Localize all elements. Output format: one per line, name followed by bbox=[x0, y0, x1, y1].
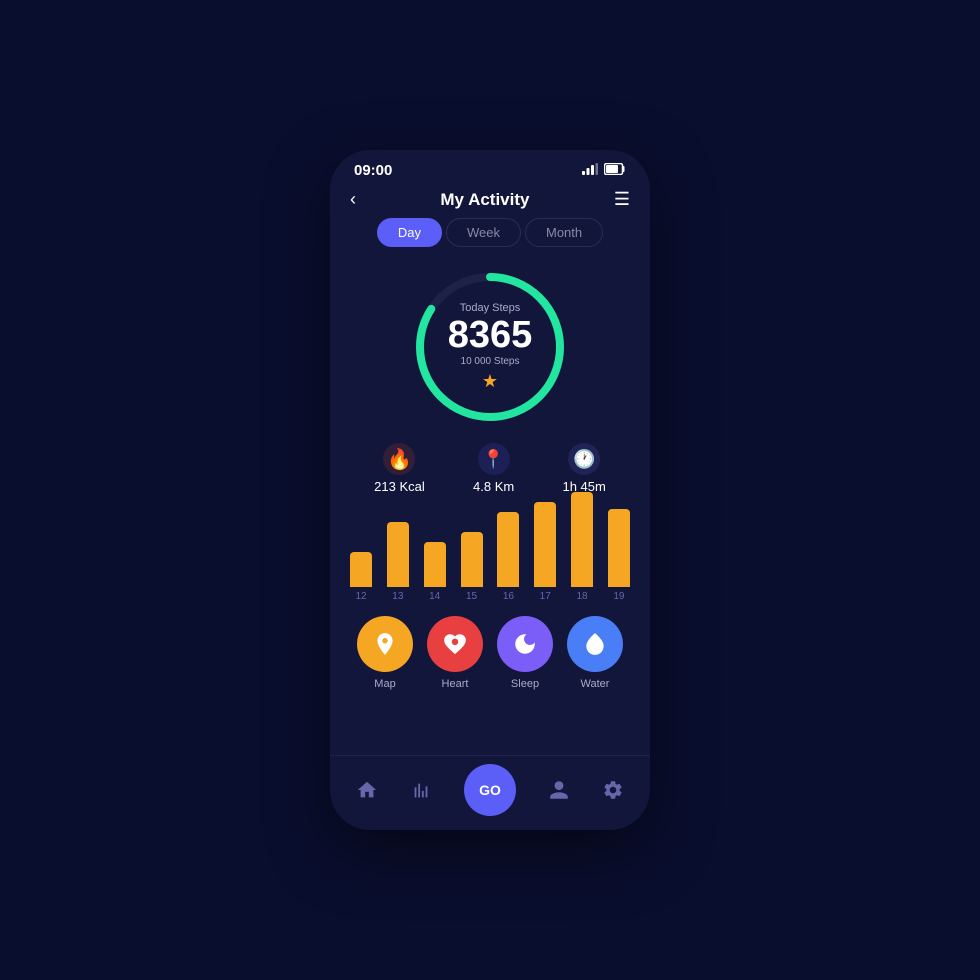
location-icon: 📍 bbox=[478, 443, 510, 475]
bar-value-14 bbox=[424, 542, 446, 587]
header: ‹ My Activity ☰ bbox=[330, 185, 650, 218]
bar-value-19 bbox=[608, 509, 630, 587]
bar-13: 13 bbox=[387, 522, 409, 602]
action-map[interactable]: Map bbox=[357, 616, 413, 690]
map-label: Map bbox=[374, 678, 395, 690]
bar-15: 15 bbox=[461, 532, 483, 602]
steps-count: 8365 bbox=[448, 316, 533, 354]
action-sleep[interactable]: Sleep bbox=[497, 616, 553, 690]
bar-label-18: 18 bbox=[577, 591, 588, 602]
steps-label: Today Steps bbox=[460, 302, 521, 314]
steps-circle: Today Steps 8365 10 000 Steps ★ bbox=[410, 267, 570, 427]
quick-actions: Map Heart Sleep bbox=[330, 608, 650, 696]
status-icons bbox=[582, 163, 626, 178]
tab-week[interactable]: Week bbox=[446, 218, 521, 247]
bar-label-16: 16 bbox=[503, 591, 514, 602]
bar-label-19: 19 bbox=[613, 591, 624, 602]
stat-time: 🕐 1h 45m bbox=[562, 443, 605, 494]
steps-inner: Today Steps 8365 10 000 Steps ★ bbox=[410, 267, 570, 427]
bar-14: 14 bbox=[424, 542, 446, 602]
bar-17: 17 bbox=[534, 502, 556, 602]
map-icon-circle bbox=[357, 616, 413, 672]
go-button[interactable]: GO bbox=[464, 764, 516, 816]
bar-label-14: 14 bbox=[429, 591, 440, 602]
bar-16: 16 bbox=[497, 512, 519, 602]
bar-label-12: 12 bbox=[355, 591, 366, 602]
tab-month[interactable]: Month bbox=[525, 218, 603, 247]
km-value: 4.8 Km bbox=[473, 479, 514, 494]
bar-value-16 bbox=[497, 512, 519, 587]
bar-12: 12 bbox=[350, 552, 372, 602]
tab-day[interactable]: Day bbox=[377, 218, 442, 247]
bar-value-13 bbox=[387, 522, 409, 587]
nav-settings[interactable] bbox=[602, 779, 624, 801]
nav-stats[interactable] bbox=[410, 779, 432, 801]
sleep-icon-circle bbox=[497, 616, 553, 672]
water-icon-circle bbox=[567, 616, 623, 672]
heart-icon-circle bbox=[427, 616, 483, 672]
steps-goal: 10 000 Steps bbox=[461, 356, 520, 367]
status-bar: 09:00 bbox=[330, 150, 650, 185]
bar-label-17: 17 bbox=[540, 591, 551, 602]
bar-label-15: 15 bbox=[466, 591, 477, 602]
bar-value-18 bbox=[571, 492, 593, 587]
bar-value-12 bbox=[350, 552, 372, 587]
star-icon: ★ bbox=[482, 371, 498, 392]
signal-icon bbox=[582, 163, 598, 178]
page-title: My Activity bbox=[440, 190, 529, 210]
phone-frame: 09:00 ‹ My Activity ☰ bbox=[330, 150, 650, 830]
bar-19: 19 bbox=[608, 509, 630, 602]
bar-value-17 bbox=[534, 502, 556, 587]
action-heart[interactable]: Heart bbox=[427, 616, 483, 690]
action-water[interactable]: Water bbox=[567, 616, 623, 690]
steps-section: Today Steps 8365 10 000 Steps ★ bbox=[330, 257, 650, 433]
tabs-container: Day Week Month bbox=[330, 218, 650, 257]
back-button[interactable]: ‹ bbox=[350, 189, 356, 210]
fire-icon: 🔥 bbox=[383, 443, 415, 475]
bar-chart: 12 13 14 15 16 17 bbox=[350, 506, 630, 606]
sleep-label: Sleep bbox=[511, 678, 539, 690]
kcal-value: 213 Kcal bbox=[374, 479, 425, 494]
status-time: 09:00 bbox=[354, 162, 392, 179]
nav-home[interactable] bbox=[356, 779, 378, 801]
stat-kcal: 🔥 213 Kcal bbox=[374, 443, 425, 494]
battery-icon bbox=[604, 163, 626, 178]
bar-18: 18 bbox=[571, 492, 593, 602]
menu-button[interactable]: ☰ bbox=[614, 189, 630, 210]
bar-label-13: 13 bbox=[392, 591, 403, 602]
clock-icon: 🕐 bbox=[568, 443, 600, 475]
bottom-nav: GO bbox=[330, 755, 650, 830]
water-label: Water bbox=[581, 678, 610, 690]
stat-km: 📍 4.8 Km bbox=[473, 443, 514, 494]
stats-row: 🔥 213 Kcal 📍 4.8 Km 🕐 1h 45m bbox=[330, 433, 650, 502]
bar-value-15 bbox=[461, 532, 483, 587]
nav-profile[interactable] bbox=[548, 779, 570, 801]
chart-section: 12 13 14 15 16 17 bbox=[330, 502, 650, 608]
heart-label: Heart bbox=[442, 678, 469, 690]
